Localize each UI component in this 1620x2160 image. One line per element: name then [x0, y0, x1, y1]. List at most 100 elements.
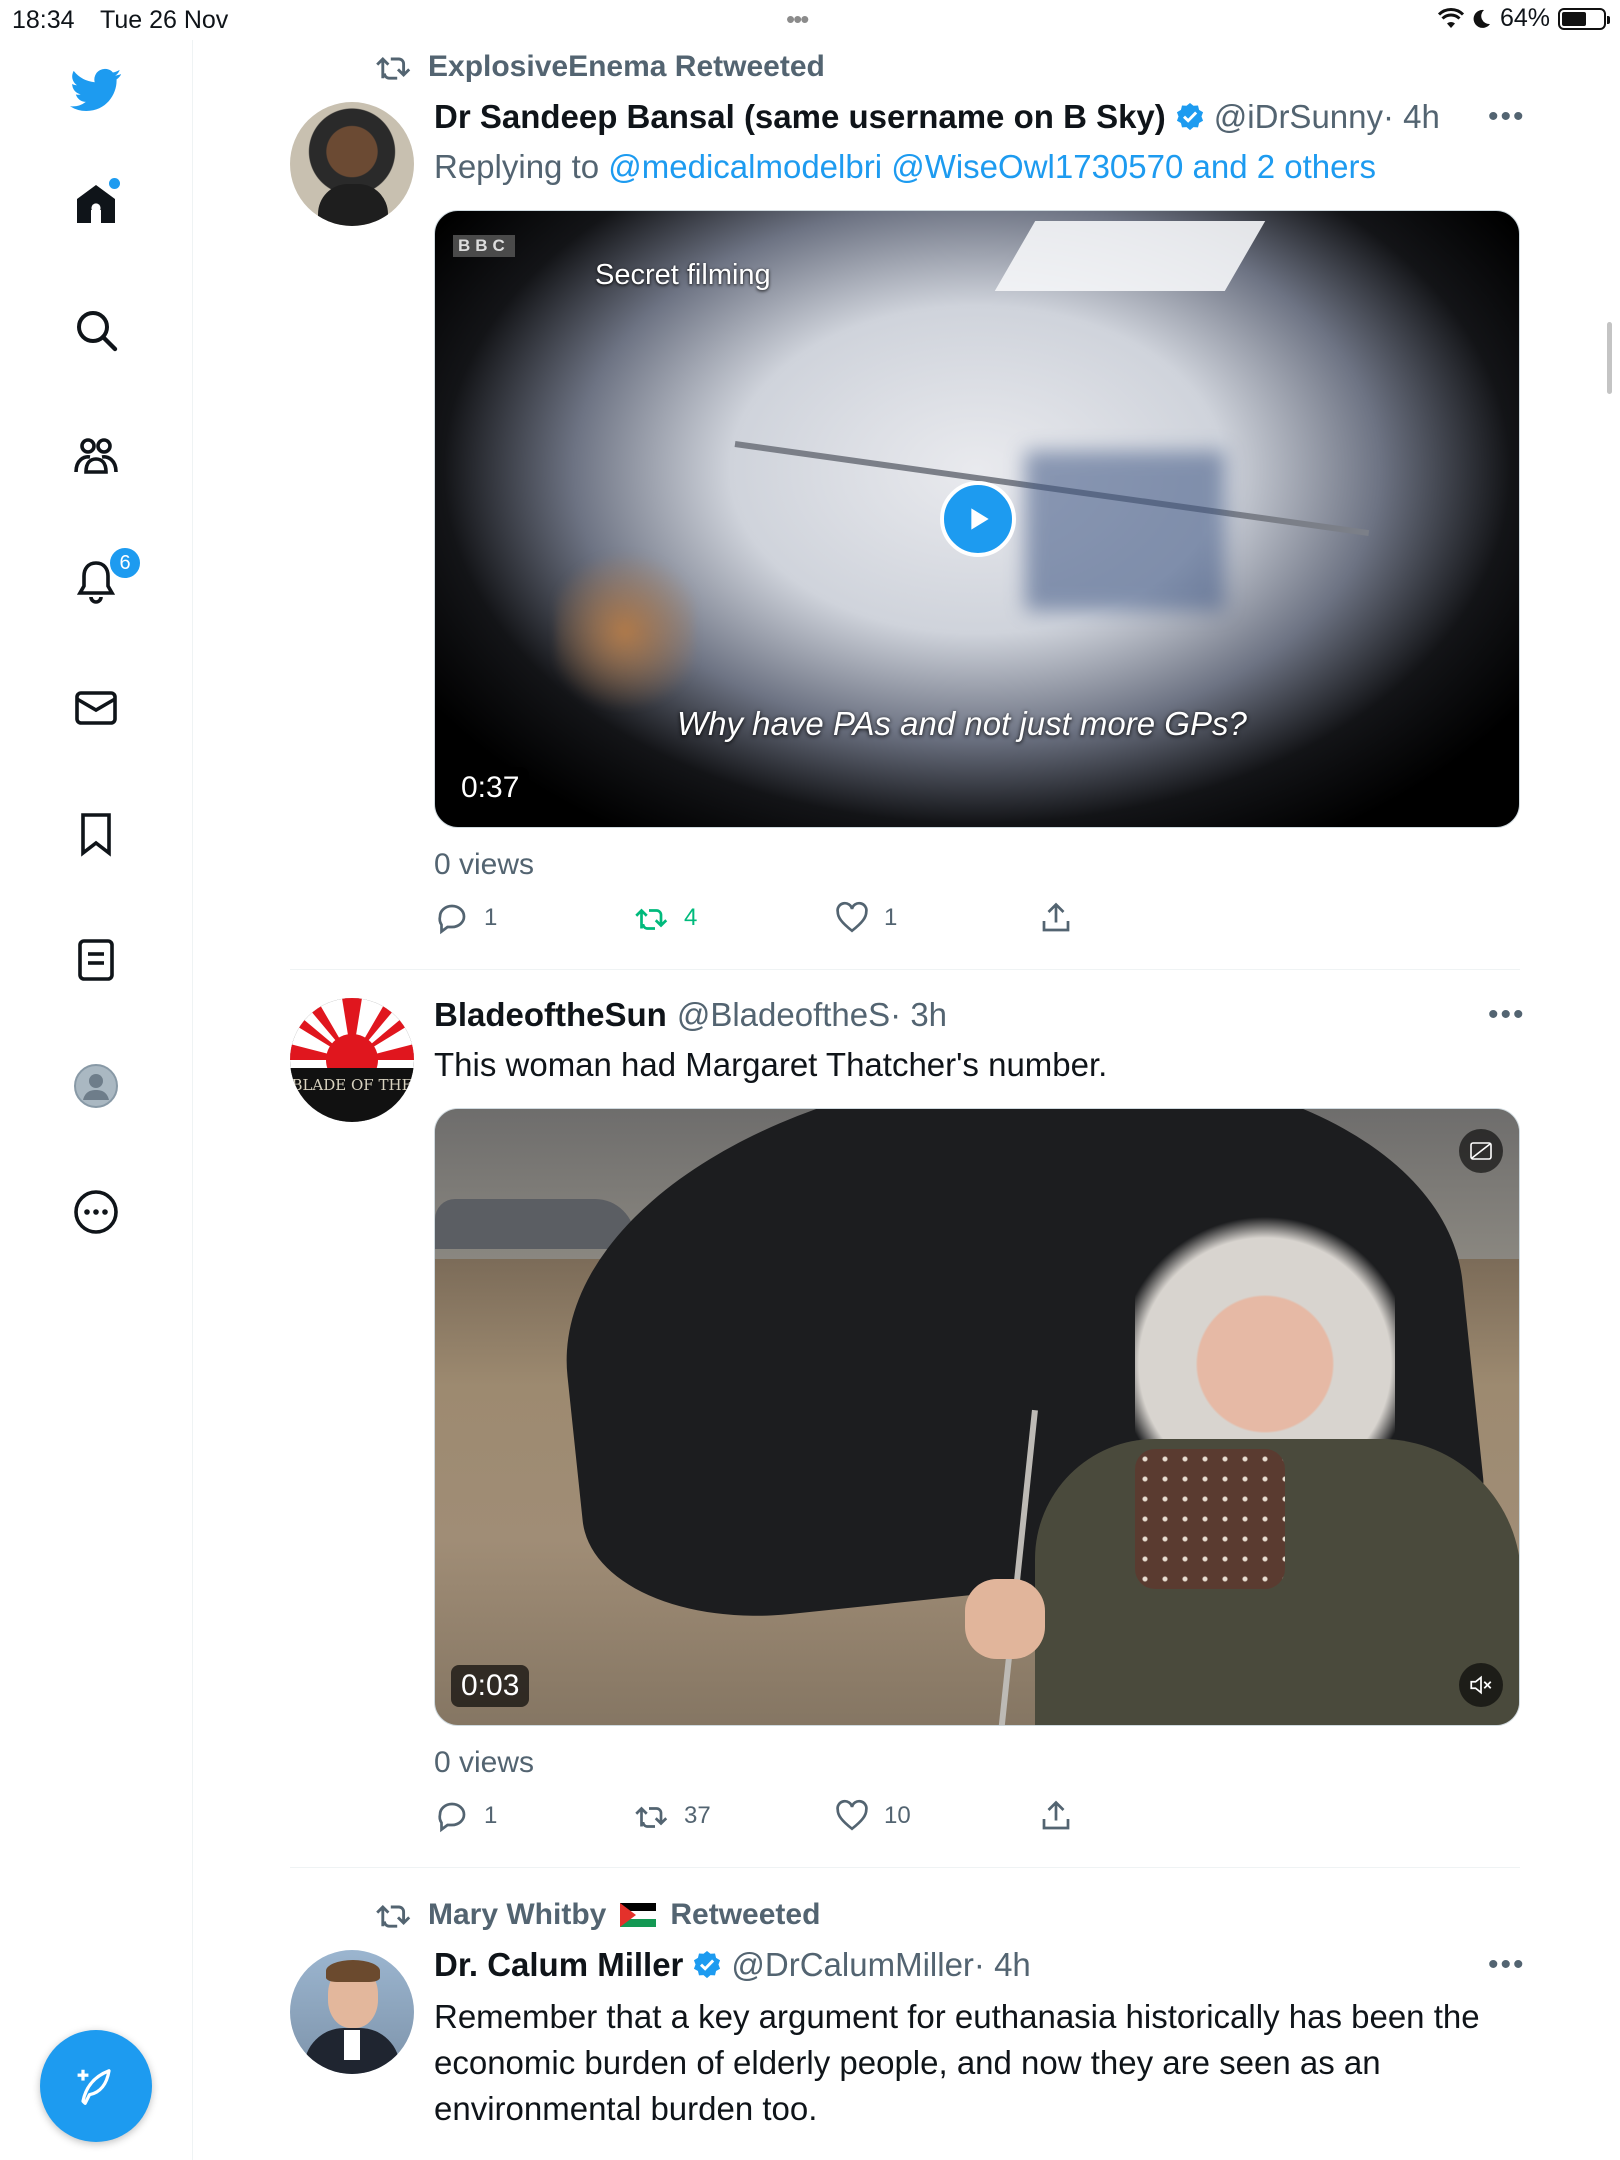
more-icon	[74, 1190, 118, 1234]
status-time: 18:34	[12, 6, 75, 34]
tweet-text: Remember that a key argument for euthana…	[434, 1998, 1480, 2127]
mute-button[interactable]	[1459, 1663, 1503, 1707]
reply-count: 1	[484, 1802, 498, 1829]
retweet-count: 37	[684, 1802, 711, 1829]
share-icon	[1042, 902, 1070, 932]
tweet-time: · 4h	[1383, 98, 1440, 135]
more-options-icon[interactable]: •••	[1488, 998, 1526, 1032]
search-icon	[77, 311, 118, 352]
avatar[interactable]	[290, 102, 414, 226]
compose-feather-icon	[77, 2069, 111, 2105]
bbc-logo: BBC	[453, 235, 515, 257]
tweet-time: · 4h	[973, 1946, 1031, 1983]
tweet-divider	[290, 969, 1520, 970]
reply-button[interactable]: 1	[434, 900, 497, 936]
video-duration: 0:37	[451, 767, 530, 809]
tweet-author-row: Dr Sandeep Bansal (same username on B Sk…	[434, 98, 1440, 136]
retweeted-by: Mary Whitby Retweeted	[374, 1898, 820, 1932]
author-handle[interactable]: @DrCalumMiller	[731, 1946, 974, 1984]
sidebar-item-profile[interactable]	[70, 1060, 122, 1112]
sidebar-nav: 6	[0, 40, 193, 2160]
status-date: Tue 26 Nov	[100, 6, 229, 34]
replying-to-users[interactable]: @medicalmodelbri @WiseOwl1730570 and 2 o…	[608, 148, 1376, 185]
replying-to-label: Replying to	[434, 148, 609, 185]
share-button[interactable]	[1038, 900, 1074, 936]
reply-count: 1	[484, 904, 498, 931]
retweet-button[interactable]: 4	[634, 900, 697, 936]
retweet-icon	[376, 1904, 411, 1928]
avatar-text: BLADE OF THE	[291, 1076, 412, 1094]
tweet-author-row: BladeoftheSun @BladeoftheS · 3h	[434, 996, 947, 1034]
video-duration: 0:03	[451, 1665, 530, 1707]
author-handle[interactable]: @BladeoftheS	[677, 996, 890, 1034]
video-subtitle: Why have PAs and not just more GPs?	[677, 705, 1247, 742]
multitasking-dots-icon[interactable]: •••	[786, 4, 809, 35]
retweet-icon	[635, 908, 668, 930]
retweeted-by-label[interactable]: ExplosiveEnema Retweeted	[428, 50, 825, 84]
retweet-icon	[635, 1806, 668, 1828]
video-overlay-title: Secret filming	[595, 259, 771, 291]
sidebar-item-home[interactable]	[70, 178, 122, 230]
communities-icon	[74, 438, 118, 474]
sidebar-item-messages[interactable]	[70, 682, 122, 734]
sidebar-item-more[interactable]	[70, 1186, 122, 1238]
tweet-author-row: Dr. Calum Miller @DrCalumMiller · 4h	[434, 1946, 1031, 1984]
like-button[interactable]: 1	[834, 900, 897, 936]
tweet-video[interactable]: BBC Secret filming Why have PAs and not …	[434, 210, 1520, 828]
captions-icon[interactable]	[1459, 1129, 1503, 1173]
like-count: 1	[884, 904, 898, 931]
muted-speaker-icon	[1470, 1675, 1492, 1695]
author-name[interactable]: Dr Sandeep Bansal (same username on B Sk…	[434, 98, 1166, 136]
share-icon	[1042, 1800, 1070, 1830]
palestine-flag-icon	[620, 1903, 657, 1927]
verified-badge-icon	[694, 1951, 721, 1979]
reply-icon	[438, 1802, 466, 1833]
more-options-icon[interactable]: •••	[1488, 100, 1526, 134]
like-count: 10	[884, 1802, 911, 1829]
rising-sun-avatar-art: BLADE OF THE	[290, 998, 414, 1122]
home-new-dot	[109, 178, 120, 189]
notification-badge: 6	[108, 546, 142, 580]
twitter-logo-icon[interactable]	[70, 64, 122, 116]
sidebar-item-communities[interactable]	[70, 430, 122, 482]
view-count: 0 views	[434, 1746, 535, 1779]
author-handle[interactable]: @iDrSunny	[1214, 98, 1383, 136]
tweet-text: This woman had Margaret Thatcher's numbe…	[434, 1046, 1108, 1083]
moon-icon	[1473, 9, 1490, 28]
scrollbar[interactable]	[1607, 322, 1612, 394]
profile-icon	[74, 1064, 118, 1108]
avatar[interactable]	[290, 1950, 414, 2074]
sidebar-item-notifications[interactable]: 6	[70, 546, 142, 608]
author-name[interactable]: BladeoftheSun	[434, 996, 667, 1034]
compose-tweet-button[interactable]	[40, 2030, 152, 2142]
heart-icon	[836, 1799, 868, 1831]
retweeted-by-name[interactable]: Mary Whitby	[428, 1898, 606, 1932]
status-bar: 18:34 Tue 26 Nov ••• 64%	[0, 0, 1620, 40]
share-button[interactable]	[1038, 1798, 1074, 1834]
avatar[interactable]: BLADE OF THE	[290, 998, 414, 1122]
more-options-icon[interactable]: •••	[1488, 1948, 1526, 1982]
retweet-icon	[376, 56, 411, 80]
retweet-button[interactable]: 37	[634, 1798, 711, 1834]
author-name[interactable]: Dr. Calum Miller	[434, 1946, 683, 1984]
battery-percent: 64%	[1499, 4, 1550, 32]
sidebar-item-explore[interactable]	[70, 304, 122, 356]
heart-icon	[836, 901, 868, 933]
play-button[interactable]	[940, 481, 1016, 557]
sidebar-item-bookmarks[interactable]	[70, 808, 122, 860]
verified-badge-icon	[1176, 103, 1203, 131]
tweet-video[interactable]: 0:03	[434, 1108, 1520, 1726]
mail-icon	[75, 691, 117, 725]
play-icon	[971, 508, 989, 530]
tweet-actions: 1 4 1	[434, 900, 1074, 940]
lists-icon	[78, 939, 114, 981]
bookmark-icon	[81, 813, 111, 857]
tweet-actions: 1 37 10	[434, 1798, 1074, 1838]
reply-icon	[438, 904, 466, 935]
retweeted-by: ExplosiveEnema Retweeted	[374, 50, 825, 84]
sidebar-item-lists[interactable]	[70, 934, 122, 986]
reply-button[interactable]: 1	[434, 1798, 497, 1834]
replying-to: Replying to @medicalmodelbri @WiseOwl173…	[434, 148, 1376, 186]
like-button[interactable]: 10	[834, 1798, 911, 1834]
retweeted-suffix: Retweeted	[670, 1898, 821, 1931]
